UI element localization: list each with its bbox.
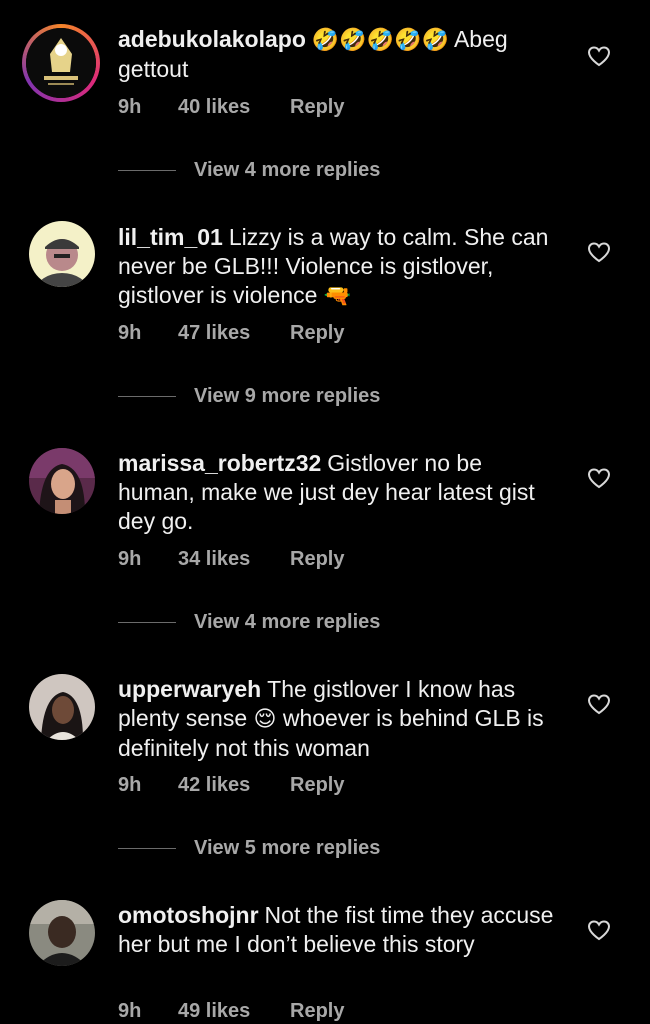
likes-count[interactable]: 40 likes — [178, 96, 290, 119]
emoji: 🤣🤣🤣🤣🤣 — [311, 28, 449, 53]
divider — [118, 169, 176, 171]
comment-time: 9h — [118, 548, 142, 570]
avatar[interactable] — [29, 448, 95, 514]
reply-button[interactable]: Reply — [290, 1000, 344, 1023]
divider — [118, 621, 176, 623]
comment-meta: 9h 40 likes Reply — [118, 96, 344, 119]
view-more-label: View 4 more replies — [194, 610, 381, 633]
avatar[interactable] — [29, 900, 95, 966]
heart-icon[interactable] — [587, 241, 611, 263]
avatar[interactable] — [22, 24, 100, 102]
divider — [118, 395, 176, 397]
comment-username[interactable]: lil_tim_01 — [118, 224, 223, 250]
likes-count[interactable]: 47 likes — [178, 322, 290, 345]
comment-text: adebukolakolapo 🤣🤣🤣🤣🤣 Abeg gettout — [118, 25, 558, 84]
reply-button[interactable]: Reply — [290, 774, 344, 797]
comment-text: omotoshojnr Not the fist time they accuse… — [118, 901, 558, 959]
view-more-label: View 9 more replies — [194, 384, 381, 407]
heart-icon[interactable] — [587, 45, 611, 67]
comment-meta: 9h 34 likes Reply — [118, 548, 344, 571]
avatar[interactable] — [29, 221, 95, 287]
likes-count[interactable]: 34 likes — [178, 548, 290, 571]
reply-button[interactable]: Reply — [290, 548, 344, 571]
heart-icon[interactable] — [587, 919, 611, 941]
comment-text: marissa_robertz32 Gistlover no be human, … — [118, 449, 558, 536]
comment-meta: 9h 42 likes Reply — [118, 774, 344, 797]
view-more-label: View 5 more replies — [194, 836, 381, 859]
comment-username[interactable]: omotoshojnr — [118, 902, 259, 928]
comment-meta: 9h 49 likes Reply — [118, 1000, 344, 1023]
comment-text: lil_tim_01 Lizzy is a way to calm. She ca… — [118, 223, 558, 311]
emoji: 🔫 — [323, 284, 352, 309]
divider — [118, 847, 176, 849]
emoji: 😌 — [253, 707, 277, 732]
comment-time: 9h — [118, 96, 142, 118]
view-more-replies[interactable]: View 5 more replies — [118, 833, 380, 863]
view-more-replies[interactable]: View 9 more replies — [118, 381, 380, 411]
avatar[interactable] — [29, 674, 95, 740]
view-more-replies[interactable]: View 4 more replies — [118, 155, 380, 185]
comment-time: 9h — [118, 774, 142, 796]
comment-time: 9h — [118, 1000, 142, 1022]
reply-button[interactable]: Reply — [290, 96, 344, 119]
comment-time: 9h — [118, 322, 142, 344]
view-more-label: View 4 more replies — [194, 158, 381, 181]
comment-username[interactable]: upperwaryeh — [118, 676, 261, 702]
heart-icon[interactable] — [587, 693, 611, 715]
comment-text: upperwaryeh The gistlover I know has plen… — [118, 675, 558, 763]
comment-username[interactable]: adebukolakolapo — [118, 26, 306, 52]
view-more-replies[interactable]: View 4 more replies — [118, 607, 380, 637]
comment-meta: 9h 47 likes Reply — [118, 322, 344, 345]
likes-count[interactable]: 42 likes — [178, 774, 290, 797]
comment-username[interactable]: marissa_robertz32 — [118, 450, 321, 476]
heart-icon[interactable] — [587, 467, 611, 489]
likes-count[interactable]: 49 likes — [178, 1000, 290, 1023]
reply-button[interactable]: Reply — [290, 322, 344, 345]
